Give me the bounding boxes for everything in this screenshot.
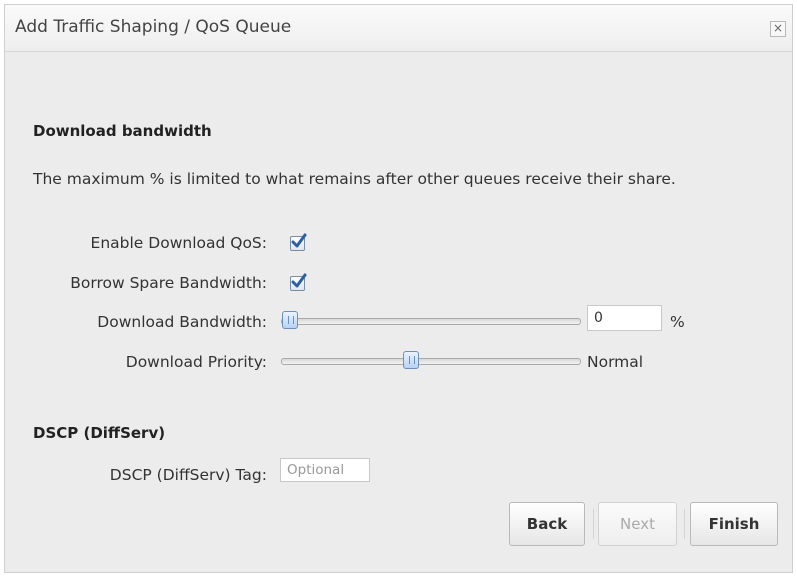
download-priority-value: Normal <box>587 353 644 371</box>
download-bandwidth-unit: % <box>670 313 685 331</box>
download-bandwidth-label: Download Bandwidth: <box>97 313 267 331</box>
qos-queue-dialog: Add Traffic Shaping / QoS Queue × Downlo… <box>4 4 793 573</box>
back-button[interactable]: Back <box>509 502 585 546</box>
download-priority-label: Download Priority: <box>125 353 267 371</box>
enable-download-qos-checkbox[interactable] <box>290 233 307 251</box>
dialog-title: Add Traffic Shaping / QoS Queue <box>15 17 292 37</box>
download-bandwidth-description: The maximum % is limited to what remains… <box>33 170 676 188</box>
borrow-spare-bandwidth-label: Borrow Spare Bandwidth: <box>70 274 267 292</box>
dscp-heading: DSCP (DiffServ) <box>33 424 166 442</box>
close-icon[interactable]: × <box>770 21 786 37</box>
button-separator <box>684 509 685 539</box>
button-separator <box>593 509 594 539</box>
download-priority-slider-handle[interactable] <box>403 351 419 369</box>
dscp-tag-input[interactable] <box>280 458 370 482</box>
download-priority-slider[interactable] <box>281 351 581 369</box>
dialog-titlebar: Add Traffic Shaping / QoS Queue × <box>5 5 792 52</box>
checkmark-icon <box>291 273 307 288</box>
download-bandwidth-slider-handle[interactable] <box>282 311 298 329</box>
enable-download-qos-label: Enable Download QoS: <box>90 234 267 252</box>
download-bandwidth-input[interactable] <box>587 305 662 331</box>
dscp-tag-label: DSCP (DiffServ) Tag: <box>109 466 267 484</box>
download-bandwidth-slider[interactable] <box>281 311 581 329</box>
next-button[interactable]: Next <box>598 502 677 546</box>
download-bandwidth-heading: Download bandwidth <box>33 122 212 140</box>
borrow-spare-bandwidth-checkbox[interactable] <box>290 273 307 291</box>
finish-button[interactable]: Finish <box>690 502 778 546</box>
checkmark-icon <box>291 233 307 248</box>
